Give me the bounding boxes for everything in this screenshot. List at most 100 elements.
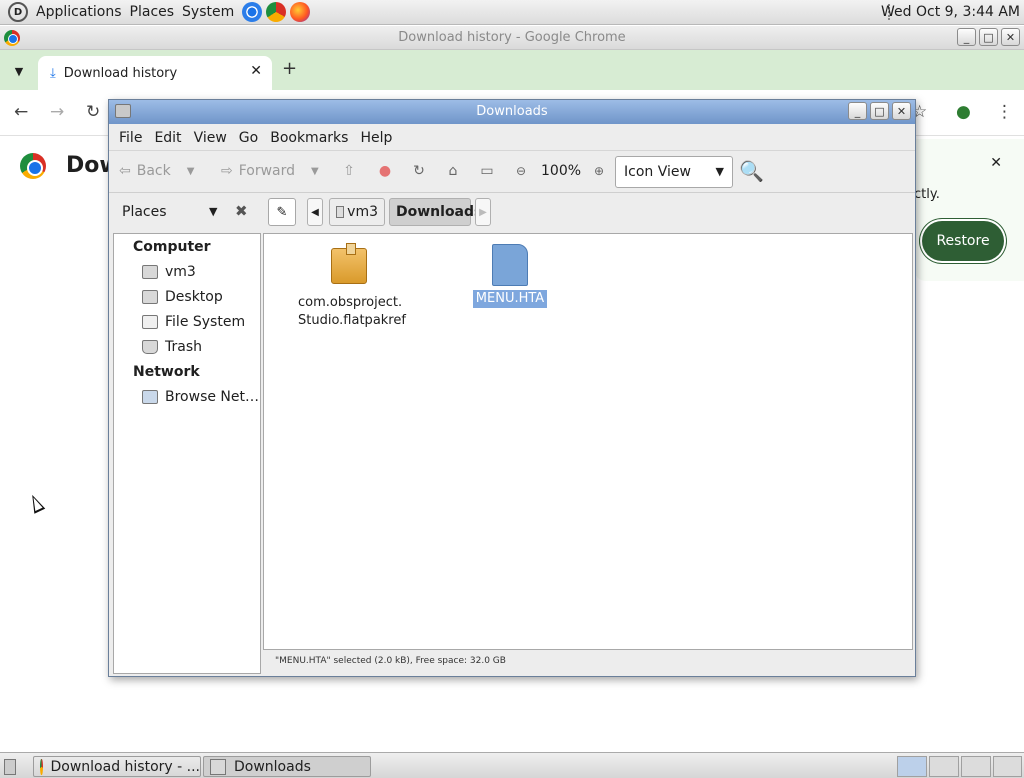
- maximize-button[interactable]: □: [979, 28, 998, 46]
- tab-search-chevron-icon[interactable]: ▼: [8, 60, 30, 82]
- back-arrow-icon: ⇦: [119, 163, 131, 179]
- back-arrow-icon[interactable]: ←: [14, 102, 28, 122]
- profile-avatar-icon[interactable]: ●: [956, 102, 971, 122]
- fm-titlebar: Downloads _ □ ✕: [109, 100, 915, 124]
- sidebar-item-label: vm3: [165, 264, 196, 280]
- reload-icon[interactable]: ↻: [409, 161, 429, 181]
- applications-menu[interactable]: Applications: [32, 4, 126, 20]
- breadcrumb-right-arrow-icon[interactable]: ▶: [475, 198, 491, 226]
- workspace-1[interactable]: [897, 756, 927, 777]
- sidebar-item-label: Browse Net…: [165, 389, 260, 405]
- menu-help[interactable]: Help: [354, 130, 398, 146]
- chrome-icon: [40, 758, 43, 775]
- stop-icon[interactable]: ●: [375, 161, 395, 181]
- sidebar-item-trash[interactable]: Trash: [142, 337, 202, 357]
- breadcrumb-downloads[interactable]: Downloads: [389, 198, 482, 226]
- up-arrow-icon[interactable]: ⇧: [339, 161, 359, 181]
- file-manager-window: Downloads _ □ ✕ File Edit View Go Bookma…: [108, 99, 916, 677]
- chrome-dev-launcher-icon[interactable]: [266, 2, 287, 22]
- fm-window-title: Downloads: [476, 104, 548, 119]
- search-icon[interactable]: 🔍: [739, 159, 765, 185]
- workspace-4[interactable]: [993, 756, 1022, 777]
- fm-minimize-button[interactable]: _: [848, 102, 867, 120]
- new-tab-plus-icon[interactable]: +: [282, 58, 297, 79]
- computer-icon[interactable]: ▭: [477, 161, 497, 181]
- file-name-line1: com.obsproject.: [298, 295, 403, 310]
- back-button[interactable]: ⇦ Back ▼: [119, 159, 194, 183]
- forward-dropdown-icon[interactable]: ▼: [311, 166, 319, 177]
- sidebar-item-file-system[interactable]: File System: [142, 312, 245, 332]
- forward-arrow-icon: ⇨: [221, 163, 233, 179]
- tab-title: Download history: [63, 65, 178, 81]
- banner-text: ctly.: [914, 187, 940, 202]
- fm-menubar: File Edit View Go Bookmarks Help: [109, 125, 915, 151]
- zoom-level: 100%: [541, 163, 582, 179]
- places-menu[interactable]: Places: [126, 4, 179, 20]
- back-label: Back: [136, 163, 171, 179]
- firefox-launcher-icon[interactable]: [290, 2, 311, 22]
- reload-icon[interactable]: ↻: [86, 102, 100, 122]
- view-mode-select[interactable]: Icon View ▼: [615, 156, 733, 188]
- file-icon-view[interactable]: com.obsproject. Studio.flatpakref MENU.H…: [263, 233, 913, 650]
- fm-toolbar: ⇦ Back ▼ ⇨ Forward ▼ ⇧ ● ↻ ⌂ ▭ ⊖ 100% ⊕ …: [109, 151, 915, 193]
- drive-icon: [142, 315, 158, 329]
- network-icon: [142, 390, 158, 404]
- breadcrumb-vm3[interactable]: vm3: [329, 198, 385, 226]
- tab-close-icon[interactable]: ✕: [250, 63, 262, 79]
- menu-bookmarks[interactable]: Bookmarks: [264, 130, 354, 146]
- zoom-out-icon[interactable]: ⊖: [511, 161, 531, 181]
- home-icon[interactable]: ⌂: [443, 161, 463, 181]
- sidebar-item-label: Trash: [165, 339, 202, 355]
- taskbar-item-chrome[interactable]: Download history - ...: [33, 756, 201, 777]
- breadcrumb-left-arrow-icon[interactable]: ◀: [307, 198, 323, 226]
- edit-location-icon[interactable]: ✎: [268, 198, 296, 226]
- kebab-menu-icon[interactable]: ⋮: [996, 102, 1013, 122]
- mouse-pointer-icon: [26, 492, 46, 514]
- sidebar-item-desktop[interactable]: Desktop: [142, 287, 223, 307]
- fm-maximize-button[interactable]: □: [870, 102, 889, 120]
- fm-close-button[interactable]: ✕: [892, 102, 911, 120]
- sidebar-item-vm3[interactable]: vm3: [142, 262, 196, 282]
- sidebar-item-label: File System: [165, 314, 246, 330]
- sidebar-item-browse-network[interactable]: Browse Net…: [142, 387, 259, 407]
- trash-icon: [142, 340, 158, 354]
- sidebar-mode-select[interactable]: Places: [122, 204, 167, 220]
- menu-view[interactable]: View: [188, 130, 233, 146]
- taskbar-item-downloads[interactable]: Downloads: [203, 756, 371, 777]
- menu-edit[interactable]: Edit: [148, 130, 187, 146]
- desktop-folder-icon: [142, 290, 158, 304]
- chrome-titlebar: Download history - Google Chrome _ □ ✕: [0, 26, 1024, 50]
- tab-download-history[interactable]: ⤓ Download history ✕: [38, 56, 272, 90]
- close-button[interactable]: ✕: [1001, 28, 1020, 46]
- view-mode-label: Icon View: [624, 164, 691, 180]
- location-bar: Places ▼ ✖ ✎ ◀ vm3 Downloads ▶: [109, 193, 915, 231]
- restore-button[interactable]: Restore: [922, 221, 1004, 261]
- home-folder-icon: [336, 206, 345, 218]
- package-icon: [331, 243, 367, 284]
- sidebar-close-icon[interactable]: ✖: [235, 202, 248, 220]
- chrome-launcher-icon[interactable]: [242, 2, 263, 22]
- system-menu[interactable]: System: [178, 4, 238, 20]
- clock[interactable]: Wed Oct 9, 3:44 AM: [881, 4, 1020, 20]
- forward-arrow-icon[interactable]: →: [50, 102, 64, 122]
- chevron-down-icon[interactable]: ▼: [209, 205, 217, 218]
- file-name-selected: MENU.HTA: [472, 290, 548, 308]
- taskbar-item-label: Download history - ...: [50, 758, 201, 775]
- forward-button[interactable]: ⇨ Forward ▼: [221, 159, 319, 183]
- menu-file[interactable]: File: [113, 130, 148, 146]
- restore-banner: ✕ ctly. Restore: [914, 139, 1024, 281]
- file-item-flatpakref[interactable]: com.obsproject. Studio.flatpakref: [298, 243, 406, 330]
- workspace-2[interactable]: [929, 756, 959, 777]
- banner-close-icon[interactable]: ✕: [990, 155, 1002, 171]
- workspace-3[interactable]: [961, 756, 991, 777]
- show-desktop-icon[interactable]: [2, 756, 24, 777]
- zoom-in-icon[interactable]: ⊕: [589, 161, 609, 181]
- breadcrumb-label: vm3: [347, 204, 378, 220]
- download-icon: ⤓: [50, 65, 56, 81]
- menu-go[interactable]: Go: [233, 130, 264, 146]
- gnome-foot-icon[interactable]: D: [8, 2, 28, 22]
- minimize-button[interactable]: _: [957, 28, 976, 46]
- file-item-menu-hta[interactable]: MENU.HTA: [470, 244, 550, 308]
- sidebar-item-label: Desktop: [165, 289, 223, 305]
- back-dropdown-icon[interactable]: ▼: [187, 166, 195, 177]
